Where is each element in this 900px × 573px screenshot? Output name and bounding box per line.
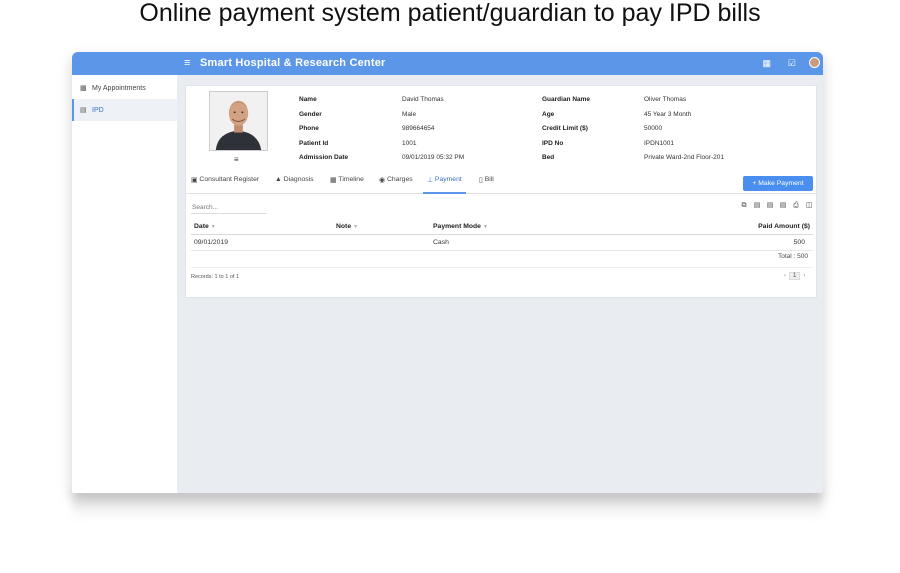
user-avatar[interactable]: [809, 57, 820, 68]
column-header-date[interactable]: Date ▼: [194, 223, 216, 230]
sort-icon: ▼: [482, 224, 488, 230]
next-page-button[interactable]: ›: [803, 273, 805, 279]
cell-payment-mode: Cash: [433, 239, 449, 246]
sort-icon: ▼: [353, 224, 359, 230]
book-icon: ▣: [191, 177, 198, 184]
sidebar-item-my-appointments[interactable]: ▩ My Appointments: [72, 77, 177, 99]
patient-photo: [209, 91, 268, 151]
page-button[interactable]: 1: [789, 272, 801, 280]
info-value: 50000: [644, 125, 663, 132]
photo-menu-icon[interactable]: ≡: [234, 155, 239, 164]
tab-label: Consultant Register: [199, 176, 260, 183]
tab-label: Diagnosis: [283, 176, 314, 183]
patient-info-values-right: Oliver Thomas 45 Year 3 Month 50000 IPDN…: [644, 93, 724, 166]
sitemap-icon: ▲: [275, 176, 282, 183]
info-label: Bed: [542, 154, 555, 161]
tab-diagnosis[interactable]: ▲ Diagnosis: [275, 176, 314, 194]
pdf-icon[interactable]: ▤: [778, 201, 788, 211]
sidebar-item-label: IPD: [92, 106, 104, 114]
tab-label: Timeline: [338, 176, 364, 183]
cell-date: 09/01/2019: [194, 239, 229, 246]
csv-icon[interactable]: ▤: [765, 201, 775, 211]
info-label: Name: [299, 96, 317, 103]
headline: Online payment system patient/guardian t…: [139, 0, 761, 27]
column-header-label: Date: [194, 223, 209, 230]
tab-timeline[interactable]: ▦ Timeline: [330, 176, 364, 194]
info-label: Patient Id: [299, 139, 329, 147]
hospital-icon: ▩: [80, 85, 87, 92]
column-header-note[interactable]: Note ▼: [336, 223, 358, 230]
sort-icon: ▼: [210, 224, 216, 230]
copy-icon[interactable]: ⧉: [739, 201, 749, 211]
info-value: 45 Year 3 Month: [644, 110, 692, 118]
checkbox-icon[interactable]: ☑: [788, 58, 796, 69]
info-label: Age: [542, 110, 555, 118]
tab-payment[interactable]: ⊥ Payment: [423, 176, 466, 194]
sidebar: ▩ My Appointments ▤ IPD: [72, 75, 177, 493]
bill-icon: ▯: [479, 177, 483, 184]
excel-icon[interactable]: ▤: [752, 201, 762, 211]
info-value: IPDN1001: [644, 139, 674, 147]
patient-panel: ≡ Name Gender Phone Patient Id Admission…: [185, 85, 817, 298]
info-value: Private Ward-2nd Floor-201: [644, 154, 724, 161]
column-header-label: Payment Mode: [433, 223, 481, 230]
window-shadow: [72, 490, 823, 520]
search-input[interactable]: [191, 201, 267, 214]
tab-consultant-register[interactable]: ▣ Consultant Register: [191, 176, 259, 194]
app-brand[interactable]: Smart Hospital & Research Center: [200, 57, 386, 69]
patient-info-keys-right: Guardian Name Age Credit Limit ($) IPD N…: [542, 93, 590, 166]
calendar-icon: ▦: [330, 177, 337, 184]
patient-info-keys-left: Name Gender Phone Patient Id Admission D…: [299, 93, 348, 166]
sidebar-item-label: My Appointments: [92, 84, 146, 92]
table-header-row: Date ▼ Note ▼ Payment Mode ▼ Paid Amount ($…: [191, 219, 813, 235]
pagination: ‹ 1 ›: [784, 272, 805, 280]
menu-toggle-icon[interactable]: ≡: [184, 57, 190, 69]
info-value: David Thomas: [402, 96, 444, 103]
info-value: Male: [402, 110, 417, 118]
patient-photo-image: [210, 92, 267, 150]
info-label: Phone: [299, 125, 319, 132]
info-value: 1001: [402, 139, 417, 147]
top-navbar: ≡ Smart Hospital & Research Center ▦ ☑: [72, 52, 823, 75]
make-payment-button[interactable]: + Make Payment: [743, 176, 813, 191]
info-label: Credit Limit ($): [542, 125, 588, 132]
divider: [191, 267, 813, 268]
print-icon[interactable]: ⎙: [791, 201, 801, 211]
info-label: IPD No: [542, 139, 564, 147]
columns-icon[interactable]: ◫: [804, 201, 814, 211]
charges-icon: ◉: [379, 177, 385, 184]
calendar-icon[interactable]: ▦: [762, 58, 771, 69]
tab-bill[interactable]: ▯ Bill: [479, 176, 494, 194]
tab-label: Payment: [434, 176, 462, 183]
bed-icon: ▤: [80, 107, 87, 114]
records-count: Records: 1 to 1 of 1: [191, 274, 239, 280]
info-value: Oliver Thomas: [644, 96, 687, 103]
info-label: Admission Date: [299, 154, 349, 161]
sidebar-item-ipd[interactable]: ▤ IPD: [72, 99, 177, 121]
column-header-label: Note: [336, 223, 352, 230]
tab-label: Bill: [484, 176, 494, 183]
patient-info-values-left: David Thomas Male 989664654 1001 09/01/2…: [402, 93, 464, 166]
tab-charges[interactable]: ◉ Charges: [379, 176, 413, 194]
payment-table: Date ▼ Note ▼ Payment Mode ▼ Paid Amount ($…: [191, 219, 813, 251]
info-value: 989664654: [402, 125, 435, 132]
prev-page-button[interactable]: ‹: [784, 273, 786, 279]
info-value: 09/01/2019 05:32 PM: [402, 154, 465, 161]
export-toolbar: ⧉ ▤ ▤ ▤ ⎙ ◫: [739, 201, 814, 211]
info-label: Gender: [299, 110, 322, 118]
app-window: ≡ Smart Hospital & Research Center ▦ ☑ ▩…: [72, 52, 823, 493]
column-header-payment-mode[interactable]: Payment Mode ▼: [433, 223, 488, 230]
tab-label: Charges: [386, 176, 413, 183]
table-row: 09/01/2019 Cash 500: [191, 235, 813, 251]
cell-paid-amount: 500: [793, 239, 805, 246]
total-amount: Total : 500: [778, 253, 808, 260]
column-header-paid-amount[interactable]: Paid Amount ($): [758, 223, 810, 230]
tab-bar: ▣ Consultant Register ▲ Diagnosis ▦ Time…: [186, 172, 816, 194]
payment-icon: ⊥: [427, 177, 433, 184]
info-label: Guardian Name: [542, 96, 591, 103]
